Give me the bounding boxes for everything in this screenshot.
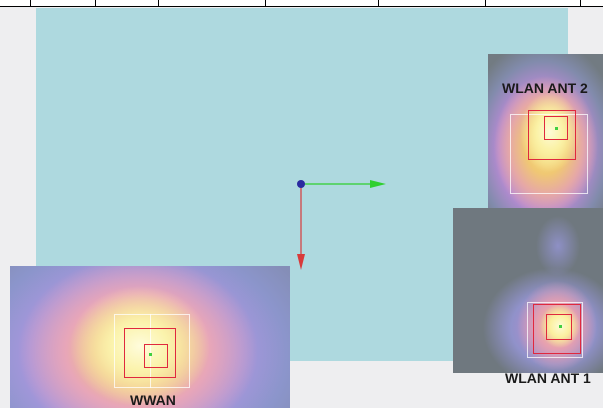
heatmap-wwan[interactable]: WWAN: [10, 266, 290, 408]
y-axis-arrowhead: [297, 254, 305, 270]
target-box-inner: [144, 344, 168, 368]
heatmap-wlan-ant1[interactable]: [453, 208, 603, 373]
heatmap-label: WWAN: [130, 392, 176, 408]
heatmap-label: WLAN ANT 2: [502, 80, 588, 96]
center-marker: [149, 353, 152, 356]
center-marker: [555, 127, 558, 130]
x-axis-arrowhead: [370, 180, 386, 188]
center-marker: [559, 325, 562, 328]
heatmap-wlan-ant2[interactable]: WLAN ANT 2: [488, 54, 603, 218]
heatmap-label-wlan-ant1: WLAN ANT 1: [505, 370, 591, 386]
origin-point: [297, 180, 305, 188]
